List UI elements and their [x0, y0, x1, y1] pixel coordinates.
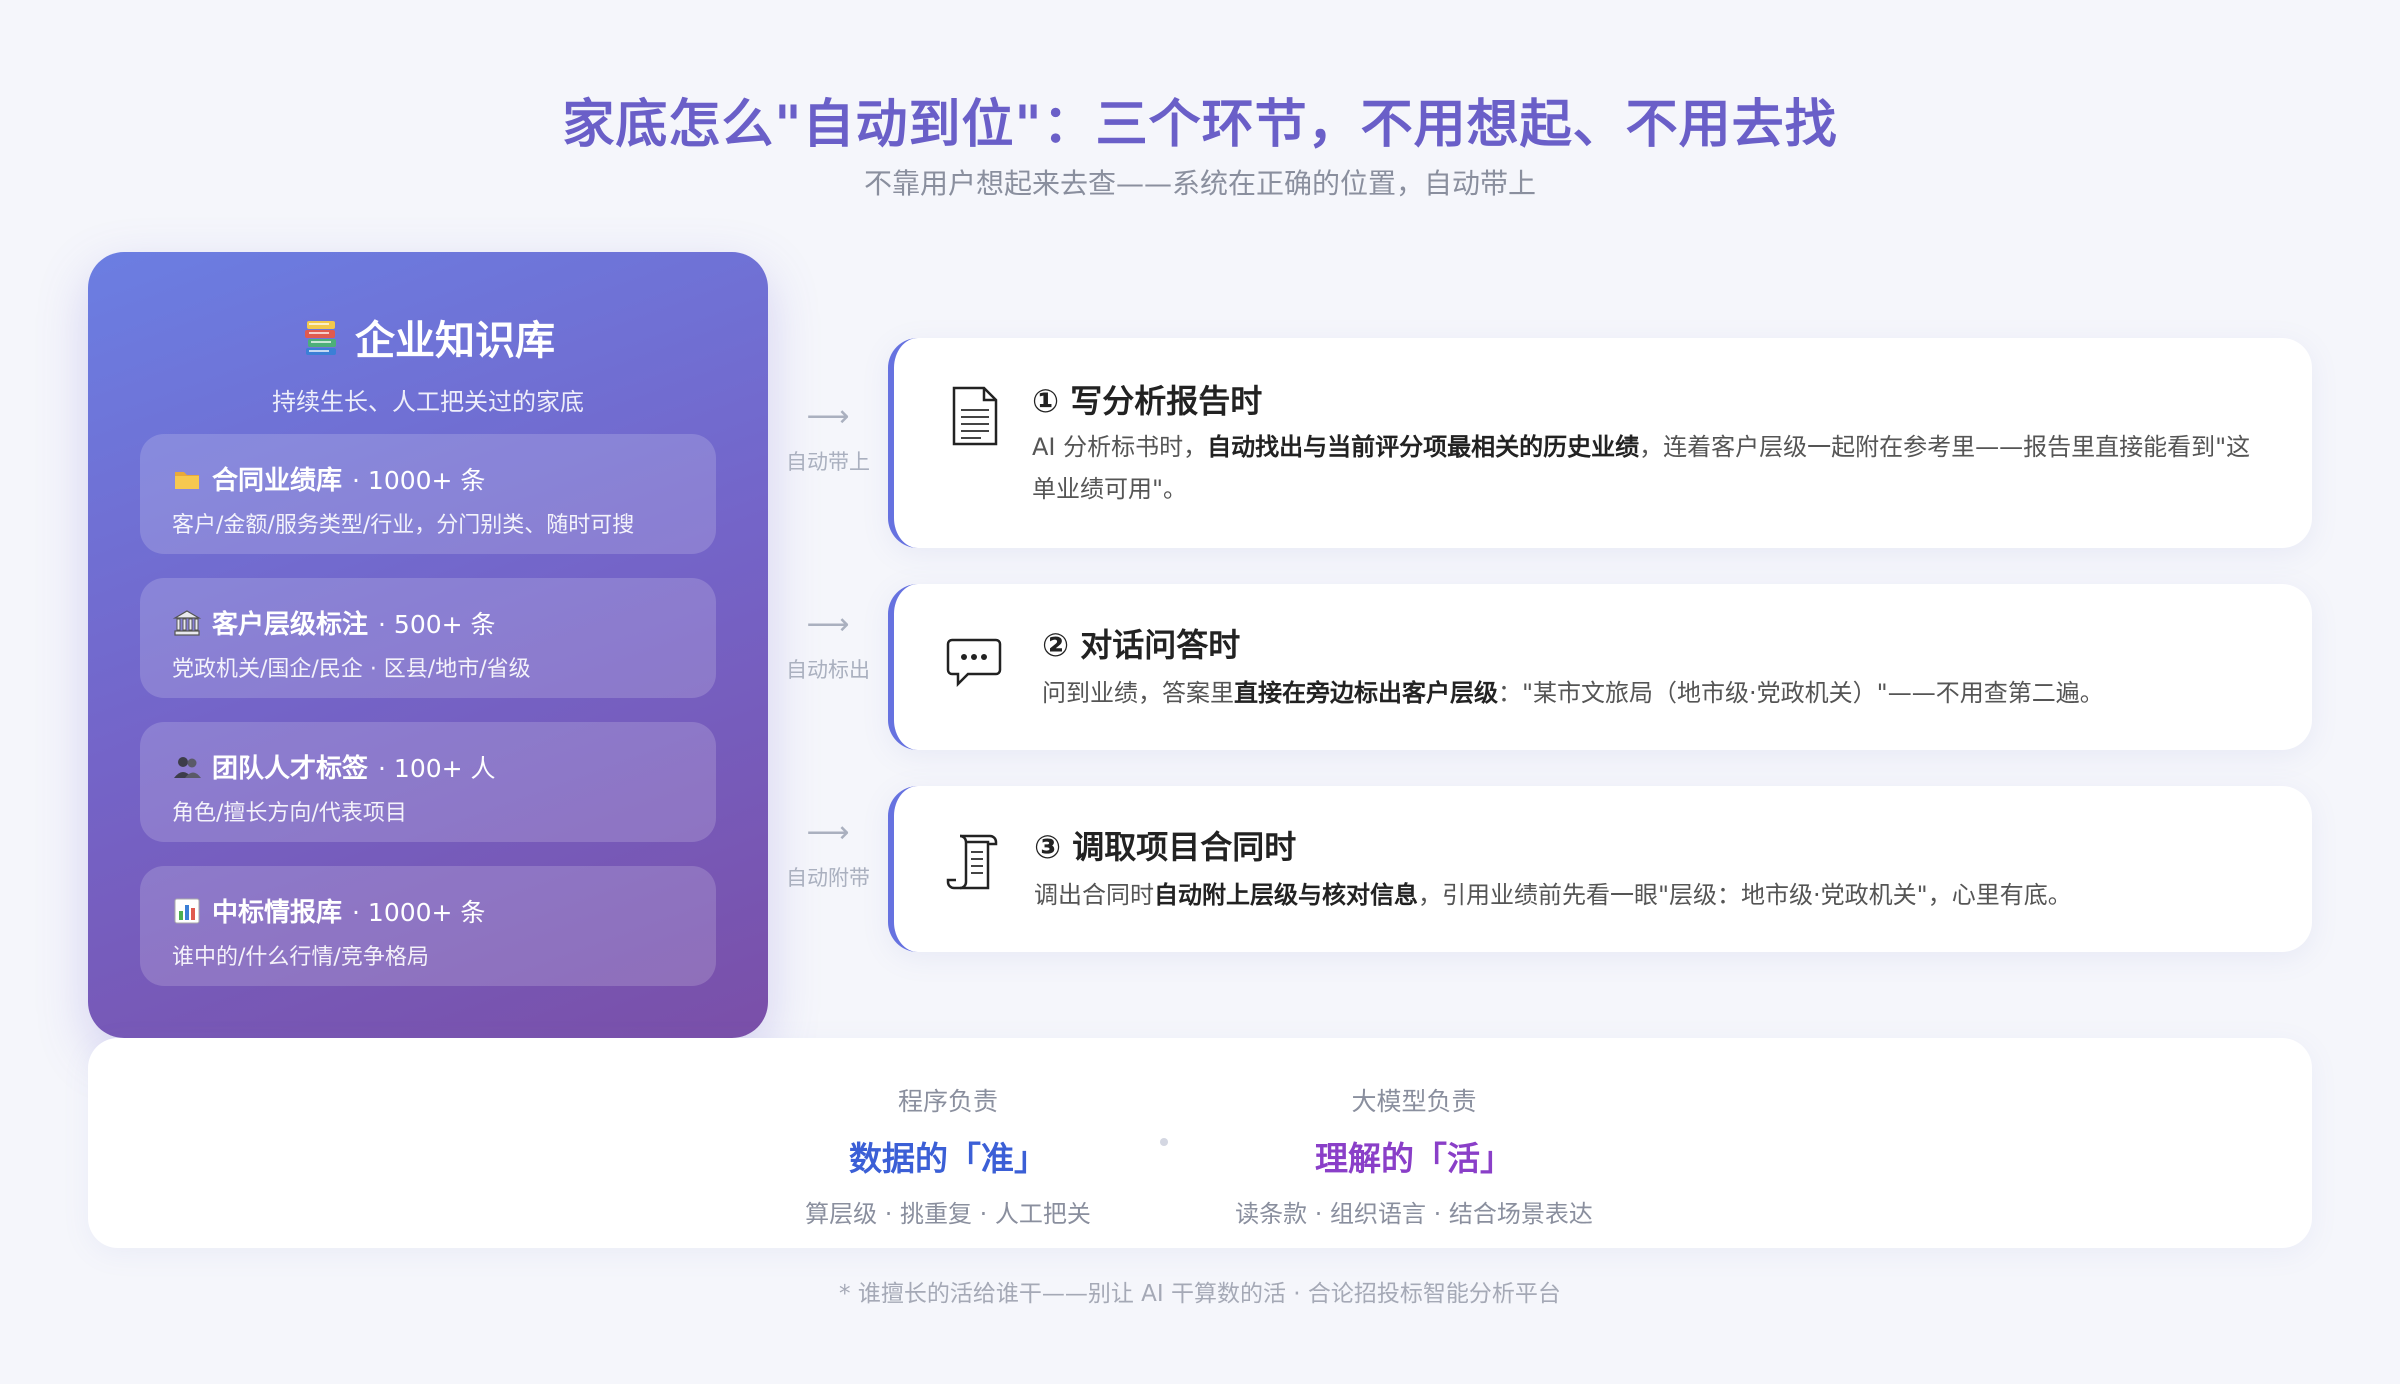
- kb-item-count: · 500+ 条: [378, 609, 496, 639]
- step-description: AI 分析标书时，自动找出与当前评分项最相关的历史业绩，连着客户层级一起附在参考…: [1032, 433, 2251, 503]
- kb-item-name: 团队人才标签: [212, 754, 369, 784]
- kb-item-name: 中标情报库: [212, 898, 343, 928]
- chat-bubble-icon: [946, 638, 1002, 688]
- knowledge-base-subtitle: 持续生长、人工把关过的家底: [272, 388, 584, 416]
- kb-item-desc: 客户/金额/服务类型/行业，分门别类、随时可搜: [172, 513, 635, 538]
- step-title: ② 对话问答时: [1042, 626, 1241, 664]
- step-highlight: 直接在旁边标出客户层级: [1234, 679, 1498, 707]
- people-icon: [174, 756, 201, 778]
- model-responsibility: 大模型负责 理解的「活」 读条款 · 组织语言 · 结合场景表达: [1204, 1082, 1624, 1229]
- knowledge-base-name: 企业知识库: [355, 318, 555, 364]
- step-card-chat: ② 对话问答时 问到业绩，答案里直接在旁边标出客户层级："某市文旅局（地市级·党…: [888, 584, 2312, 750]
- kb-item-bid-intel: 中标情报库 · 1000+ 条 谁中的/什么行情/竞争格局: [140, 866, 716, 986]
- page-subtitle: 不靠用户想起来去查——系统在正确的位置，自动带上: [863, 167, 1536, 200]
- responsibility-panel: 程序负责 数据的「准」 算层级 · 挑重复 · 人工把关 大模型负责 理解的「活…: [88, 1038, 2312, 1248]
- model-value: 理解的「活」: [1315, 1139, 1513, 1178]
- model-label: 大模型负责: [1351, 1087, 1477, 1116]
- arrow-right-icon: ⟶: [806, 399, 850, 434]
- step-card-report: ① 写分析报告时 AI 分析标书时，自动找出与当前评分项最相关的历史业绩，连着客…: [888, 338, 2312, 548]
- kb-item-count: · 1000+ 条: [352, 897, 486, 927]
- kb-item-desc: 谁中的/什么行情/竞争格局: [172, 945, 429, 970]
- kb-item-client-levels: 客户层级标注 · 500+ 条 党政机关/国企/民企 · 区县/地市/省级: [140, 578, 716, 698]
- step-description: 问到业绩，答案里直接在旁边标出客户层级："某市文旅局（地市级·党政机关）"——不…: [1042, 679, 2104, 707]
- connector-label: 自动标出: [786, 658, 870, 682]
- connector-auto-mark: ⟶ 自动标出: [780, 610, 876, 684]
- folder-icon: [175, 471, 199, 489]
- knowledge-base-panel: 企业知识库 持续生长、人工把关过的家底 合同业绩库 · 1000+ 条 客户/金…: [88, 252, 768, 1038]
- step-description: 调出合同时自动附上层级与核对信息，引用业绩前先看一眼"层级：地市级·党政机关"，…: [1034, 881, 2072, 909]
- kb-item-desc: 角色/擅长方向/代表项目: [172, 801, 407, 826]
- connector-auto-attach: ⟶ 自动带上: [780, 402, 876, 476]
- bar-chart-icon: [174, 898, 200, 923]
- arrow-right-icon: ⟶: [806, 815, 850, 850]
- kb-item-name: 合同业绩库: [212, 466, 343, 496]
- step-title: ③ 调取项目合同时: [1034, 828, 1297, 866]
- scroll-icon: [946, 834, 998, 890]
- books-icon: [305, 321, 336, 355]
- program-desc: 算层级 · 挑重复 · 人工把关: [805, 1200, 1091, 1228]
- connector-label: 自动带上: [786, 450, 870, 474]
- step-card-contract: ③ 调取项目合同时 调出合同时自动附上层级与核对信息，引用业绩前先看一眼"层级：…: [888, 786, 2312, 952]
- arrow-right-icon: ⟶: [806, 607, 850, 642]
- page-title: 家底怎么"自动到位"：三个环节，不用想起、不用去找: [562, 95, 1838, 155]
- separator-dot: [1160, 1138, 1168, 1146]
- connector-auto-include: ⟶ 自动附带: [780, 818, 876, 892]
- program-value: 数据的「准」: [849, 1139, 1047, 1178]
- bank-icon: [172, 609, 202, 636]
- footnote: * 谁擅长的活给谁干——别让 AI 干算数的活 · 合论招投标智能分析平台: [839, 1281, 1561, 1307]
- knowledge-base-title: 企业知识库: [301, 308, 555, 366]
- connector-label: 自动附带: [786, 866, 870, 890]
- model-desc: 读条款 · 组织语言 · 结合场景表达: [1235, 1200, 1593, 1228]
- kb-item-count: · 1000+ 条: [352, 465, 486, 495]
- kb-item-name: 客户层级标注: [212, 610, 369, 640]
- program-responsibility: 程序负责 数据的「准」 算层级 · 挑重复 · 人工把关: [738, 1082, 1158, 1229]
- step-highlight: 自动找出与当前评分项最相关的历史业绩: [1207, 433, 1640, 461]
- step-title: ① 写分析报告时: [1032, 382, 1263, 420]
- step-highlight: 自动附上层级与核对信息: [1154, 881, 1418, 909]
- kb-item-contracts: 合同业绩库 · 1000+ 条 客户/金额/服务类型/行业，分门别类、随时可搜: [140, 434, 716, 554]
- program-label: 程序负责: [897, 1087, 998, 1116]
- kb-item-count: · 100+ 人: [378, 753, 496, 783]
- document-icon: [952, 386, 998, 446]
- kb-item-talent-tags: 团队人才标签 · 100+ 人 角色/擅长方向/代表项目: [140, 722, 716, 842]
- kb-item-desc: 党政机关/国企/民企 · 区县/地市/省级: [172, 657, 531, 682]
